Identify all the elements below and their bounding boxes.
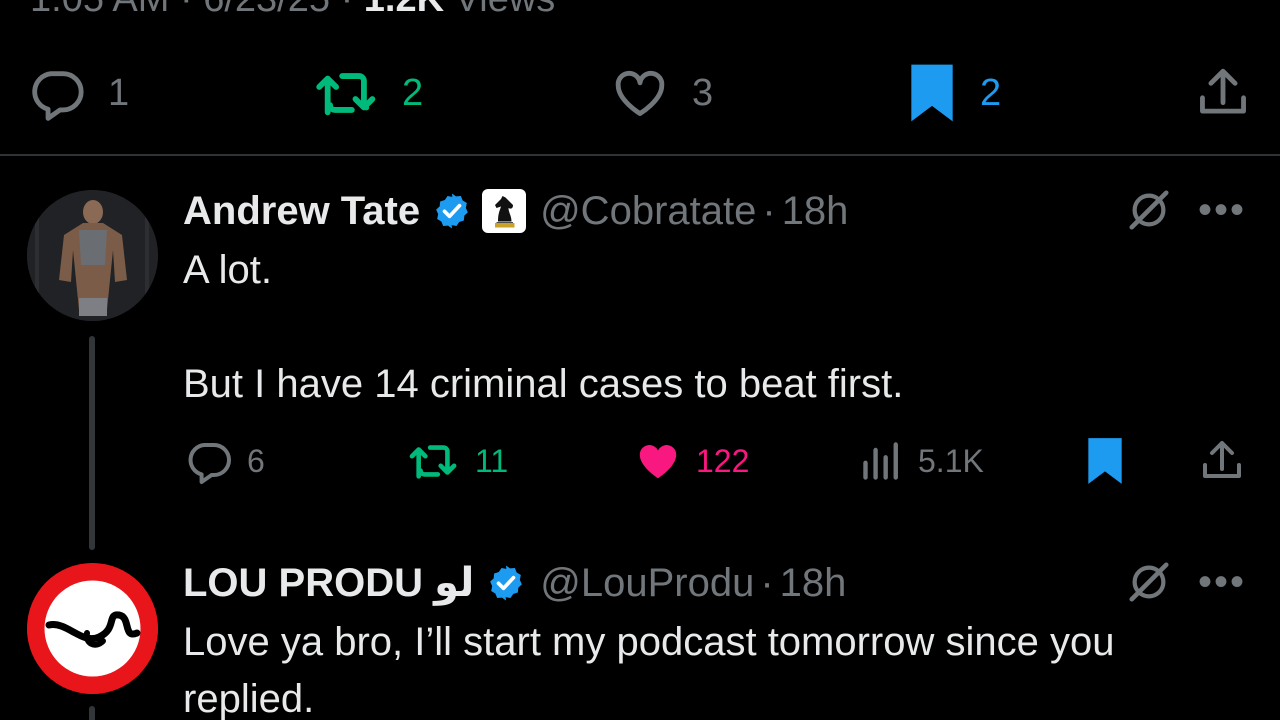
share-upload-icon (1203, 441, 1241, 478)
share-button[interactable] (1194, 56, 1252, 130)
verified-badge-icon (490, 565, 523, 601)
reply-tweet-action-bar: 6 11 122 5.1K (0, 436, 1280, 486)
heart-icon (615, 70, 665, 116)
tweet-text-line: A lot. (183, 248, 272, 292)
meta-separator: · (760, 560, 774, 605)
bookmark-count: 2 (980, 71, 1002, 114)
display-name[interactable]: LOU PRODU لو (183, 560, 474, 606)
reply-count: 1 (108, 71, 130, 114)
repost-count: 11 (475, 442, 509, 479)
avatar[interactable] (27, 563, 158, 694)
like-count: 3 (692, 71, 714, 114)
share-upload-icon (1200, 68, 1246, 114)
repost-arrows-icon (409, 445, 457, 479)
tweet-header: LOU PRODU لو @LouProdu · 18h (183, 559, 846, 607)
views-label: Views (455, 0, 556, 20)
repost-count: 2 (402, 71, 424, 114)
grok-slash-icon (1129, 190, 1169, 230)
meta-separator: · (341, 0, 354, 20)
tweet-meta-line: 1:05 AM · 6/23/25 · 1.2K Views (30, 0, 555, 21)
tweet-text-line: But I have 14 criminal cases to beat fir… (183, 362, 904, 406)
section-divider (0, 154, 1280, 156)
display-name[interactable]: Andrew Tate (183, 189, 420, 234)
tweet-time[interactable]: 18h (780, 561, 847, 606)
like-count: 122 (696, 442, 750, 479)
avatar-logo (27, 563, 158, 694)
tweet-header: Andrew Tate @Cobratate · 18h (183, 187, 848, 235)
repost-arrows-icon (316, 73, 376, 116)
tweet-date: 6/23/25 (203, 0, 330, 20)
affiliate-badge-icon[interactable] (482, 189, 527, 233)
views-button[interactable]: 5.1K (860, 436, 984, 486)
bookmark-button[interactable] (1084, 436, 1126, 486)
avatar-photo (27, 190, 158, 321)
main-tweet-action-bar: 1 2 3 2 (0, 56, 1280, 130)
grok-button[interactable] (1126, 559, 1172, 610)
meta-separator: · (180, 0, 193, 20)
tweet-text-line: replied. (183, 677, 315, 720)
reply-bubble-icon (32, 71, 84, 121)
user-handle[interactable]: @LouProdu (540, 561, 754, 606)
verified-badge-icon (436, 193, 468, 229)
reply-button[interactable]: 6 (185, 436, 265, 486)
views-count: 1.2K (364, 0, 444, 20)
thread-line (89, 706, 95, 720)
bookmark-icon (1088, 438, 1122, 484)
chess-knight-icon (495, 196, 515, 228)
more-dots-icon[interactable]: ••• (1198, 188, 1246, 233)
like-button[interactable]: 3 (610, 56, 713, 130)
reply-count: 6 (247, 442, 265, 479)
bookmark-icon (911, 64, 953, 122)
meta-separator: · (762, 188, 776, 233)
like-button[interactable]: 122 (634, 436, 749, 486)
repost-button[interactable]: 2 (314, 56, 423, 130)
repost-button[interactable]: 11 (407, 436, 508, 486)
grok-slash-icon (1129, 562, 1169, 602)
user-handle[interactable]: @Cobratate (540, 189, 756, 234)
views-count: 5.1K (918, 442, 984, 479)
reply-button[interactable]: 1 (28, 56, 129, 130)
more-dots-icon[interactable]: ••• (1198, 560, 1246, 605)
grok-button[interactable] (1126, 187, 1172, 238)
share-button[interactable] (1198, 436, 1246, 486)
bar-chart-icon (863, 442, 898, 480)
tweet-time: 1:05 AM (30, 0, 169, 20)
tweet-text-line: Love ya bro, I’ll start my podcast tomor… (183, 620, 1115, 664)
tweet-time[interactable]: 18h (782, 189, 849, 234)
reply-bubble-icon (188, 443, 231, 484)
heart-icon (639, 445, 677, 479)
bookmark-button[interactable]: 2 (906, 56, 1001, 130)
avatar[interactable] (27, 190, 158, 321)
